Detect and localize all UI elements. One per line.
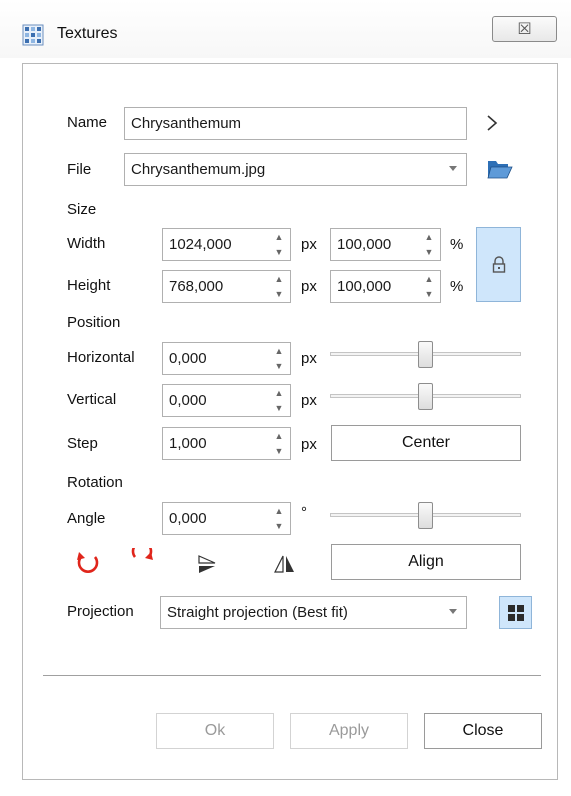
angle-value: 0,000 (169, 510, 207, 527)
file-value: Chrysanthemum.jpg (131, 161, 266, 178)
texture-grid-icon (22, 24, 44, 46)
width-label: Width (67, 235, 106, 252)
step-unit: px (301, 436, 317, 453)
file-label: File (67, 161, 92, 178)
apply-button[interactable]: Apply (290, 713, 408, 749)
vertical-unit: px (301, 392, 317, 409)
close-icon: ☒ (517, 21, 532, 38)
close-button-label: Close (462, 722, 504, 739)
chevron-down-icon (449, 166, 457, 171)
align-button[interactable]: Align (331, 544, 521, 580)
spinner-icon[interactable]: ▲ ▼ (424, 275, 434, 299)
align-button-label: Align (408, 553, 444, 570)
horizontal-slider[interactable] (330, 340, 521, 370)
spinner-icon[interactable]: ▲ ▼ (274, 275, 284, 299)
close-button[interactable]: Close (424, 713, 542, 749)
step-value: 1,000 (169, 435, 207, 452)
height-px-input[interactable]: 768,000 ▲ ▼ (162, 270, 291, 303)
height-percent-input[interactable]: 100,000 ▲ ▼ (330, 270, 441, 303)
width-percent-value: 100,000 (337, 236, 392, 253)
size-section-label: Size (67, 201, 97, 218)
width-percent-input[interactable]: 100,000 ▲ ▼ (330, 228, 441, 261)
vertical-value: 0,000 (169, 392, 207, 409)
vertical-label: Vertical (67, 391, 117, 408)
projection-value: Straight projection (Best fit) (167, 604, 348, 621)
spinner-icon[interactable]: ▲ ▼ (274, 347, 284, 371)
horizontal-unit: px (301, 350, 317, 367)
height-label: Height (67, 277, 111, 294)
width-px-value: 1024,000 (169, 236, 232, 253)
width-px-input[interactable]: 1024,000 ▲ ▼ (162, 228, 291, 261)
height-percent-unit: % (450, 278, 464, 295)
spinner-icon[interactable]: ▲ ▼ (274, 233, 284, 257)
name-input[interactable]: Chrysanthemum (124, 107, 467, 140)
apply-button-label: Apply (328, 722, 370, 739)
horizontal-label: Horizontal (67, 349, 135, 366)
slider-thumb[interactable] (418, 502, 433, 529)
height-percent-value: 100,000 (337, 278, 392, 295)
spinner-icon[interactable]: ▲ ▼ (424, 233, 434, 257)
lock-aspect-ratio-toggle[interactable] (476, 227, 521, 302)
name-value: Chrysanthemum (131, 115, 242, 132)
title-bar: Textures ☒ (0, 0, 571, 58)
rotate-counterclockwise-icon[interactable] (127, 548, 157, 578)
center-button[interactable]: Center (331, 425, 521, 461)
vertical-slider[interactable] (330, 382, 521, 412)
width-px-unit: px (301, 236, 317, 253)
ok-button[interactable]: Ok (156, 713, 274, 749)
slider-thumb[interactable] (418, 341, 433, 368)
projection-layout-button[interactable] (499, 596, 532, 629)
height-px-unit: px (301, 278, 317, 295)
horizontal-input[interactable]: 0,000 ▲ ▼ (162, 342, 291, 375)
angle-slider[interactable] (330, 501, 521, 531)
angle-input[interactable]: 0,000 ▲ ▼ (162, 502, 291, 535)
center-button-label: Center (401, 434, 451, 451)
angle-label: Angle (67, 510, 106, 527)
name-label: Name (67, 114, 108, 131)
rotation-section-label: Rotation (67, 474, 123, 491)
divider (43, 675, 541, 676)
width-percent-unit: % (450, 236, 464, 253)
file-select[interactable]: Chrysanthemum.jpg (124, 153, 467, 186)
chevron-right-icon[interactable] (485, 113, 499, 133)
horizontal-value: 0,000 (169, 350, 207, 367)
position-section-label: Position (67, 314, 121, 331)
textures-dialog: Textures ☒ Name Chrysanthemum File Chrys… (0, 0, 571, 796)
spinner-icon[interactable]: ▲ ▼ (274, 432, 284, 456)
window-close-button[interactable]: ☒ (492, 16, 557, 42)
ok-button-label: Ok (204, 722, 226, 739)
flip-horizontal-icon[interactable] (270, 550, 300, 580)
slider-thumb[interactable] (418, 383, 433, 410)
dialog-body: Name Chrysanthemum File Chrysanthemum.jp… (22, 63, 558, 780)
projection-label: Projection (67, 603, 134, 620)
projection-select[interactable]: Straight projection (Best fit) (160, 596, 467, 629)
lock-icon (492, 255, 505, 273)
vertical-input[interactable]: 0,000 ▲ ▼ (162, 384, 291, 417)
spinner-icon[interactable]: ▲ ▼ (274, 507, 284, 531)
folder-open-icon[interactable] (486, 155, 514, 181)
window-title: Textures (57, 25, 118, 42)
step-label: Step (67, 435, 98, 452)
layout-grid-icon (507, 604, 524, 621)
angle-unit: ° (301, 504, 307, 521)
spinner-icon[interactable]: ▲ ▼ (274, 389, 284, 413)
height-px-value: 768,000 (169, 278, 224, 295)
step-input[interactable]: 1,000 ▲ ▼ (162, 427, 291, 460)
chevron-down-icon (449, 609, 457, 614)
flip-vertical-icon[interactable] (193, 550, 223, 580)
rotate-clockwise-icon[interactable] (73, 548, 103, 578)
